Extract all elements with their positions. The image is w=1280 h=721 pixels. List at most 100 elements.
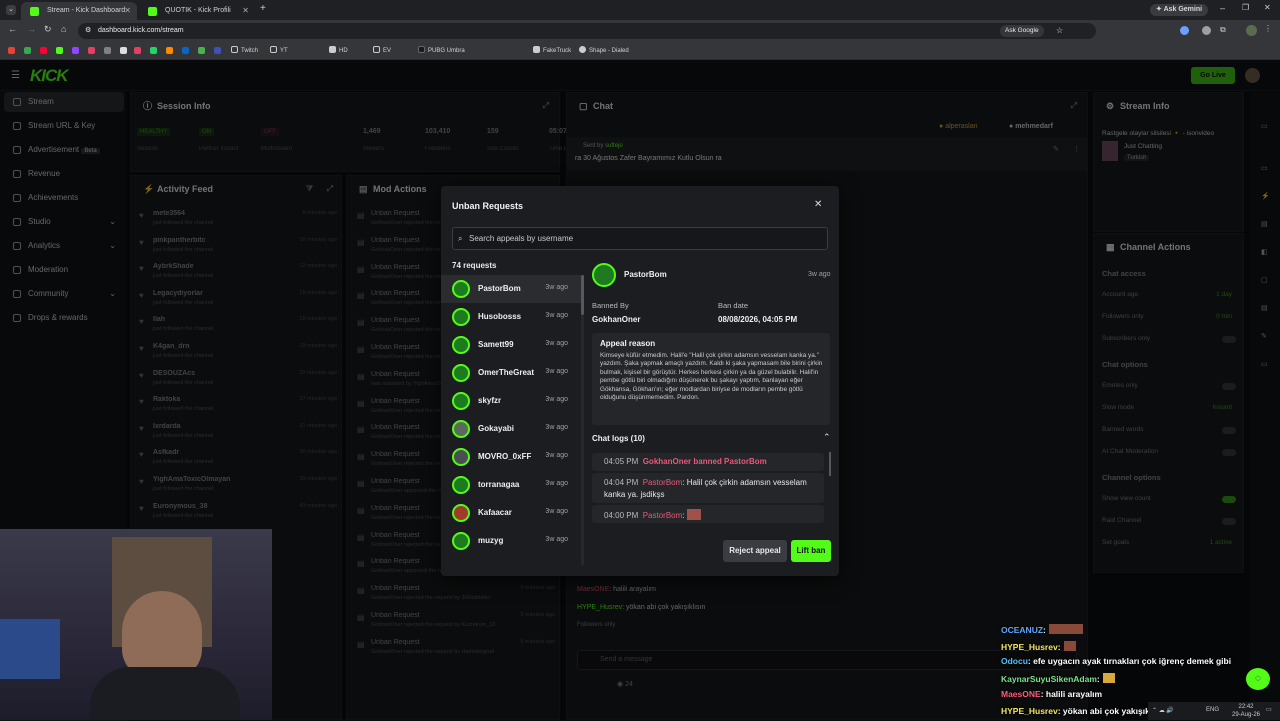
scrollbar-thumb[interactable] — [581, 275, 584, 315]
logs-scrollbar[interactable] — [829, 452, 831, 476]
chat-logs-label[interactable]: Chat logs (10) — [592, 434, 645, 443]
bookmark-pubg[interactable]: PUBG Umbra — [418, 45, 465, 57]
folder-icon — [373, 46, 380, 53]
linkedin-icon[interactable] — [182, 47, 189, 54]
bookmark-label: PUBG Umbra — [428, 48, 465, 54]
gemini-icon: ✦ — [1156, 6, 1164, 13]
extensions-area: ⧉ ⋮ — [1180, 24, 1272, 37]
gmail-icon[interactable] — [8, 47, 15, 54]
bookmark-yt[interactable]: YT — [270, 45, 288, 57]
request-list-scrollbar[interactable] — [581, 275, 584, 565]
user-avatar — [452, 504, 470, 522]
request-time: 3w ago — [545, 452, 568, 459]
tab-close-icon[interactable]: ✕ — [124, 2, 131, 20]
ask-google-button[interactable]: Ask Google — [1000, 25, 1044, 37]
bookmark-label: Twitch — [241, 48, 259, 54]
new-tab-icon[interactable]: + — [260, 3, 266, 14]
chat-log-entry: 04:00 PM PastorBom: — [592, 505, 824, 523]
user-avatar — [452, 532, 470, 550]
tab-kick-dashboard[interactable]: Stream - Kick Dashboard ✕ — [21, 2, 137, 20]
lift-ban-button[interactable]: Lift ban — [791, 540, 831, 562]
request-username: Samett99 — [478, 340, 514, 349]
minimize-icon[interactable]: – — [1220, 3, 1225, 13]
profile-avatar[interactable] — [1246, 25, 1257, 36]
reject-appeal-button[interactable]: Reject appeal — [723, 540, 787, 562]
request-time: 3w ago — [545, 396, 568, 403]
forward-icon[interactable]: → — [27, 24, 36, 34]
detail-username[interactable]: PastorBom — [624, 270, 667, 279]
log-time: 04:04 PM — [604, 478, 639, 487]
request-list-item[interactable]: PastorBom 3w ago — [441, 275, 581, 303]
home-icon[interactable]: ⌂ — [61, 24, 66, 34]
request-list-item[interactable]: Samett99 3w ago — [441, 331, 581, 359]
bookmark-label: YT — [280, 48, 288, 54]
clock[interactable]: 22:42 29-Aug-26 — [1230, 703, 1262, 719]
request-time: 3w ago — [545, 340, 568, 347]
request-list-item[interactable]: muzyg 3w ago — [441, 527, 581, 555]
whatsapp-icon[interactable] — [150, 47, 157, 54]
bookmark-icon[interactable] — [198, 47, 205, 54]
tab-kick-profile[interactable]: QUOTIK - Kick Profili ✕ — [139, 2, 255, 20]
overlay-chat-message: KaynarSuyuSikenAdam: — [1001, 673, 1115, 684]
maps-icon[interactable] — [24, 47, 31, 54]
log-username: PastorBom — [642, 478, 683, 487]
search-input[interactable]: ⌕ Search appeals by username — [452, 227, 828, 250]
bookmark-icon — [579, 46, 586, 53]
bookmark-icon[interactable] — [134, 47, 141, 54]
back-icon[interactable]: ← — [8, 24, 17, 34]
bookmark-shape[interactable]: Shape - Dialed — [579, 45, 629, 57]
extension-icon[interactable] — [1202, 26, 1211, 35]
tray-icons[interactable]: ⌃ ☁ 🔊 — [1152, 707, 1174, 714]
kick-chat-fab[interactable]: ◌ — [1246, 668, 1270, 690]
bookmarks-bar: Twitch YT HD EV PUBG Umbra FakeTruck Sha… — [0, 42, 1280, 60]
chevron-up-icon[interactable]: ⌃ — [823, 432, 831, 443]
request-list-item[interactable]: Husobosss 3w ago — [441, 303, 581, 331]
extension-icon[interactable] — [1180, 26, 1189, 35]
bookmark-icon[interactable] — [214, 47, 221, 54]
request-list-item[interactable]: Gokayabi 3w ago — [441, 415, 581, 443]
extensions-puzzle-icon[interactable]: ⧉ — [1220, 25, 1226, 35]
bookmark-label: EV — [383, 48, 392, 54]
bookmark-twitch[interactable]: Twitch — [231, 45, 258, 57]
maximize-icon[interactable]: ❐ — [1242, 3, 1249, 12]
window-close-icon[interactable]: ✕ — [1264, 3, 1271, 12]
overlay-chat-message: Odocu: efe uygacın ayak tırnakları çok i… — [1001, 656, 1231, 666]
request-list-item[interactable]: OmerTheGreat 3w ago — [441, 359, 581, 387]
request-list-item[interactable]: torranagaa 3w ago — [441, 471, 581, 499]
reload-icon[interactable]: ↻ — [44, 24, 52, 35]
x-icon[interactable] — [120, 47, 127, 54]
browser-menu-icon[interactable]: ⋮ — [1264, 24, 1272, 33]
instagram-icon[interactable] — [88, 47, 95, 54]
bookmark-icon[interactable] — [166, 47, 173, 54]
request-list-item[interactable]: MOVRO_0xFF 3w ago — [441, 443, 581, 471]
request-list-item[interactable]: Kafaacar 3w ago — [441, 499, 581, 527]
keyboard-language[interactable]: ENG — [1206, 707, 1219, 713]
bookmark-icons-group-2 — [134, 47, 226, 55]
ask-gemini-button[interactable]: ✦ Ask Gemini — [1150, 4, 1209, 16]
notification-icon[interactable]: ▭ — [1266, 706, 1272, 713]
url-input[interactable]: ⚙ dashboard.kick.com/stream Ask Google ☆ — [78, 23, 1096, 39]
twitch-bookmark-icon[interactable] — [72, 47, 79, 54]
overlay-chat-text: : — [1096, 674, 1100, 684]
tab-search-icon[interactable]: ⌄ — [6, 5, 16, 15]
tab-close-icon[interactable]: ✕ — [242, 2, 249, 20]
tab-label: Stream - Kick Dashboard — [47, 7, 126, 14]
bookmark-icon[interactable] — [104, 47, 111, 54]
request-username: muzyg — [478, 536, 504, 545]
overlay-chat-username: Odocu — [1001, 656, 1028, 666]
bookmark-faketruck[interactable]: FakeTruck — [533, 45, 571, 57]
user-avatar — [452, 336, 470, 354]
request-time: 3w ago — [545, 424, 568, 431]
close-icon[interactable]: ✕ — [814, 199, 822, 210]
bookmark-icon — [533, 46, 540, 53]
kick-bookmark-icon[interactable] — [56, 47, 63, 54]
request-list-item[interactable]: skyfzr 3w ago — [441, 387, 581, 415]
youtube-icon[interactable] — [40, 47, 47, 54]
request-time: 3w ago — [545, 312, 568, 319]
request-time: 3w ago — [545, 508, 568, 515]
bookmark-star-icon[interactable]: ☆ — [1056, 23, 1063, 39]
bookmark-ev[interactable]: EV — [373, 45, 391, 57]
emote-image — [1048, 624, 1083, 634]
request-username: Kafaacar — [478, 508, 512, 517]
bookmark-hd[interactable]: HD — [329, 45, 348, 57]
